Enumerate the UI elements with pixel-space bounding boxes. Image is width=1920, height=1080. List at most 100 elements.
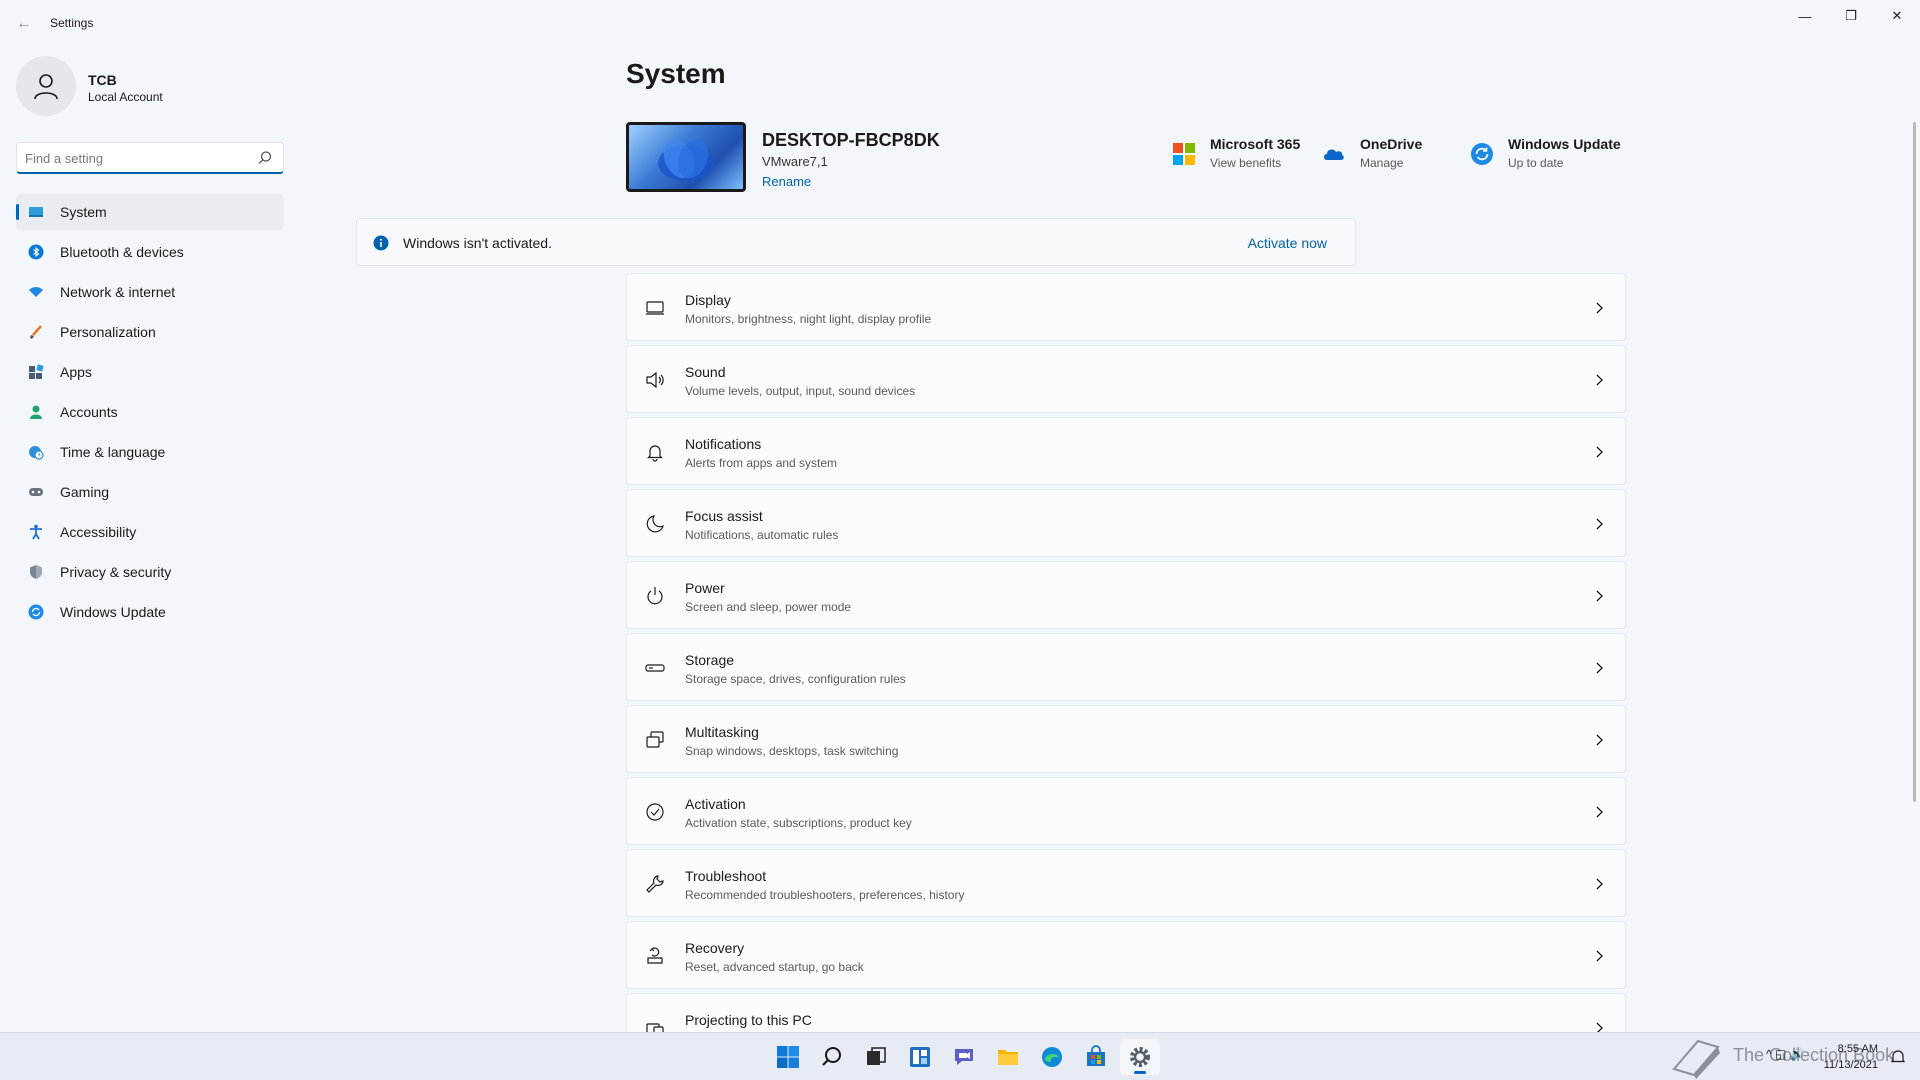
gamepad-icon — [29, 488, 43, 496]
row-title: Display — [685, 292, 731, 308]
sidebar-item-gaming[interactable]: Gaming — [16, 474, 284, 510]
quick-link-title: Microsoft 365 — [1210, 136, 1301, 152]
monitor-icon — [29, 207, 43, 217]
search-input[interactable] — [25, 143, 245, 173]
update-icon — [28, 604, 44, 620]
sidebar-item-label: Apps — [60, 364, 92, 380]
back-button[interactable]: ← — [12, 12, 36, 36]
taskbar: The Collection Book ^ ◱ 🔊 8:55 AM 11/13/… — [0, 1032, 1920, 1080]
quick-link-title: Windows Update — [1508, 136, 1621, 152]
settings-row-power[interactable]: Power Screen and sleep, power mode — [626, 561, 1626, 629]
taskbar-edge-button[interactable] — [1032, 1039, 1072, 1075]
chevron-right-icon — [1596, 806, 1603, 818]
taskbar-chat-button[interactable] — [944, 1039, 984, 1075]
quick-link-title: OneDrive — [1360, 136, 1423, 152]
settings-row-storage[interactable]: Storage Storage space, drives, configura… — [626, 633, 1626, 701]
chevron-right-icon — [1596, 734, 1603, 746]
sidebar-nav: System Bluetooth & devices Network & int… — [16, 194, 284, 634]
sidebar-item-label: Windows Update — [60, 604, 166, 620]
activate-now-button[interactable]: Activate now — [1248, 235, 1327, 251]
chevron-right-icon — [1596, 590, 1603, 602]
chevron-right-icon — [1596, 662, 1603, 674]
settings-list: Display Monitors, brightness, night ligh… — [626, 273, 1626, 1065]
quick-link-microsoft-365[interactable]: Microsoft 365 View benefits — [1172, 136, 1300, 170]
sidebar-item-network[interactable]: Network & internet — [16, 274, 284, 310]
sidebar-item-bluetooth[interactable]: Bluetooth & devices — [16, 234, 284, 270]
row-subtitle: Notifications, automatic rules — [685, 528, 839, 542]
row-title: Sound — [685, 364, 726, 380]
brush-icon — [30, 325, 42, 339]
row-title: Notifications — [685, 436, 762, 452]
sidebar-item-system[interactable]: System — [16, 194, 284, 230]
settings-row-focus-assist[interactable]: Focus assist Notifications, automatic ru… — [626, 489, 1626, 557]
file-explorer-icon — [998, 1050, 1018, 1065]
row-subtitle: Alerts from apps and system — [685, 456, 838, 470]
taskbar-clock[interactable]: 8:55 AM 11/13/2021 — [1824, 1041, 1878, 1073]
row-title: Multitasking — [685, 724, 759, 740]
row-subtitle: Recommended troubleshooters, preferences… — [685, 888, 965, 902]
row-title: Troubleshoot — [685, 868, 767, 884]
quick-link-subtitle: Manage — [1360, 156, 1404, 170]
page-title: System — [626, 58, 726, 89]
sidebar-item-accounts[interactable]: Accounts — [16, 394, 284, 430]
settings-row-sound[interactable]: Sound Volume levels, output, input, soun… — [626, 345, 1626, 413]
row-title: Focus assist — [685, 508, 763, 524]
restore-button[interactable]: ❐ — [1828, 0, 1874, 32]
update-icon — [1471, 143, 1493, 165]
taskbar-search-button[interactable] — [812, 1039, 852, 1075]
taskbar-start-button[interactable] — [768, 1039, 808, 1075]
rename-link[interactable]: Rename — [762, 174, 811, 189]
scrollbar[interactable] — [1913, 122, 1916, 802]
recovery-icon — [647, 947, 663, 964]
clock-date: 11/13/2021 — [1823, 1059, 1878, 1071]
settings-row-activation[interactable]: Activation Activation state, subscriptio… — [626, 777, 1626, 845]
sidebar-item-label: Network & internet — [60, 284, 176, 300]
device-wallpaper-thumbnail — [626, 122, 746, 192]
sidebar-item-privacy[interactable]: Privacy & security — [16, 554, 284, 590]
row-title: Projecting to this PC — [685, 1012, 812, 1028]
sidebar-item-apps[interactable]: Apps — [16, 354, 284, 390]
settings-row-display[interactable]: Display Monitors, brightness, night ligh… — [626, 273, 1626, 341]
profile-account-type: Local Account — [88, 90, 163, 104]
sidebar-item-windows-update[interactable]: Windows Update — [16, 594, 284, 630]
row-title: Recovery — [685, 940, 745, 956]
minimize-button[interactable]: — — [1782, 0, 1828, 32]
search-icon[interactable] — [257, 150, 273, 166]
taskbar-store-button[interactable] — [1076, 1039, 1116, 1075]
tray-icons[interactable]: ^ ◱ 🔊 — [1766, 1047, 1805, 1061]
settings-row-multitasking[interactable]: Multitasking Snap windows, desktops, tas… — [626, 705, 1626, 773]
settings-icon — [1130, 1047, 1150, 1067]
system-tray[interactable]: ^ ◱ 🔊 — [1766, 1047, 1805, 1061]
sidebar-item-accessibility[interactable]: Accessibility — [16, 514, 284, 550]
taskbar-settings-button[interactable] — [1120, 1039, 1160, 1075]
taskbar-widgets-button[interactable] — [900, 1039, 940, 1075]
chevron-right-icon — [1596, 518, 1603, 530]
chat-icon — [955, 1049, 973, 1065]
sidebar-item-time-language[interactable]: Time & language — [16, 434, 284, 470]
profile-card[interactable]: TCB Local Account — [16, 56, 296, 118]
taskbar-file-explorer-button[interactable] — [988, 1039, 1028, 1075]
shield-icon — [30, 565, 42, 579]
close-button[interactable]: ✕ — [1874, 0, 1920, 32]
info-icon — [373, 235, 389, 251]
bloom-wallpaper-icon — [658, 139, 714, 181]
start-icon — [777, 1046, 799, 1068]
task-view-icon — [867, 1047, 886, 1065]
sidebar-item-label: Accounts — [60, 404, 118, 420]
speaker-icon — [646, 371, 664, 389]
notification-icon[interactable] — [1890, 1049, 1906, 1065]
quick-link-windows-update[interactable]: Windows Update Up to date — [1470, 136, 1621, 170]
settings-row-troubleshoot[interactable]: Troubleshoot Recommended troubleshooters… — [626, 849, 1626, 917]
sidebar-item-label: Privacy & security — [60, 564, 172, 580]
sidebar-item-label: Personalization — [60, 324, 156, 340]
taskbar-task-view-button[interactable] — [856, 1039, 896, 1075]
multitask-icon — [646, 731, 664, 748]
settings-row-notifications[interactable]: Notifications Alerts from apps and syste… — [626, 417, 1626, 485]
row-title: Power — [685, 580, 725, 596]
bluetooth-icon — [28, 244, 44, 260]
settings-row-recovery[interactable]: Recovery Reset, advanced startup, go bac… — [626, 921, 1626, 989]
sidebar-item-personalization[interactable]: Personalization — [16, 314, 284, 350]
quick-link-onedrive[interactable]: OneDrive Manage — [1322, 136, 1422, 170]
widgets-icon — [910, 1047, 930, 1067]
taskbar-apps — [768, 1039, 1164, 1075]
